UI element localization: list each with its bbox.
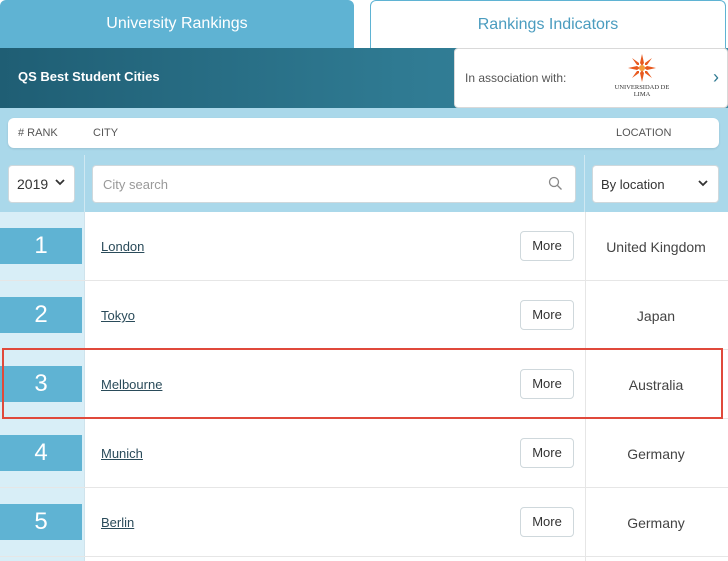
header-rank: # RANK (18, 127, 58, 139)
rank-badge: 2 (0, 297, 82, 333)
more-button[interactable]: More (520, 369, 574, 399)
year-select[interactable]: 2019 (8, 165, 75, 203)
tab-university-rankings[interactable]: University Rankings (0, 0, 354, 48)
header-city: CITY (93, 127, 119, 139)
column-divider (84, 155, 85, 212)
city-link[interactable]: Melbourne (101, 377, 162, 392)
location-text: Germany (627, 446, 685, 462)
location-text: Japan (636, 308, 676, 324)
city-link[interactable]: Munich (101, 446, 143, 461)
location-select[interactable]: By location (592, 165, 719, 203)
search-input[interactable] (93, 166, 513, 202)
city-search[interactable] (92, 165, 576, 203)
city-link[interactable]: Berlin (101, 515, 134, 530)
page-title: QS Best Student Cities (18, 69, 160, 84)
more-button[interactable]: More (520, 438, 574, 468)
partner-logo-icon (628, 54, 656, 82)
table-row: 5 Berlin More Germany (0, 488, 728, 557)
tab-label: Rankings Indicators (477, 15, 619, 33)
tab-rankings-indicators[interactable]: Rankings Indicators (370, 0, 726, 48)
column-divider (584, 155, 585, 212)
table-header: # RANK CITY LOCATION (8, 118, 719, 148)
rank-badge: 3 (0, 366, 82, 402)
year-value: 2019 (17, 176, 49, 192)
header-location: LOCATION (616, 127, 672, 139)
location-select-value: By location (601, 177, 665, 192)
partner-logo: UNIVERSIDAD DE LIMA (613, 53, 671, 98)
more-button[interactable]: More (520, 231, 574, 261)
table-row: 2 Tokyo More Japan (0, 281, 728, 350)
location-text: Germany (627, 515, 685, 531)
search-icon[interactable] (548, 176, 563, 196)
tab-label: University Rankings (106, 15, 248, 32)
city-link[interactable]: Tokyo (101, 308, 135, 323)
table-row: 1 London More United Kingdom (0, 212, 728, 281)
association-box[interactable]: In association with: UNIVERSIDAD DE LIMA… (454, 48, 728, 108)
more-button[interactable]: More (520, 300, 574, 330)
rank-badge: 4 (0, 435, 82, 471)
chevron-down-icon (698, 178, 708, 190)
table-row: 4 Munich More Germany (0, 419, 728, 488)
location-text: United Kingdom (606, 239, 706, 255)
location-text: Australia (628, 377, 684, 393)
table-row: 3 Melbourne More Australia (0, 350, 728, 419)
rank-badge: 1 (0, 228, 82, 264)
city-link[interactable]: London (101, 239, 144, 254)
more-button[interactable]: More (520, 507, 574, 537)
partner-logo-text: UNIVERSIDAD DE LIMA (614, 84, 670, 98)
chevron-down-icon (55, 177, 65, 189)
rank-badge: 5 (0, 504, 82, 540)
chevron-right-icon[interactable]: › (713, 67, 719, 88)
association-label: In association with: (465, 71, 567, 85)
